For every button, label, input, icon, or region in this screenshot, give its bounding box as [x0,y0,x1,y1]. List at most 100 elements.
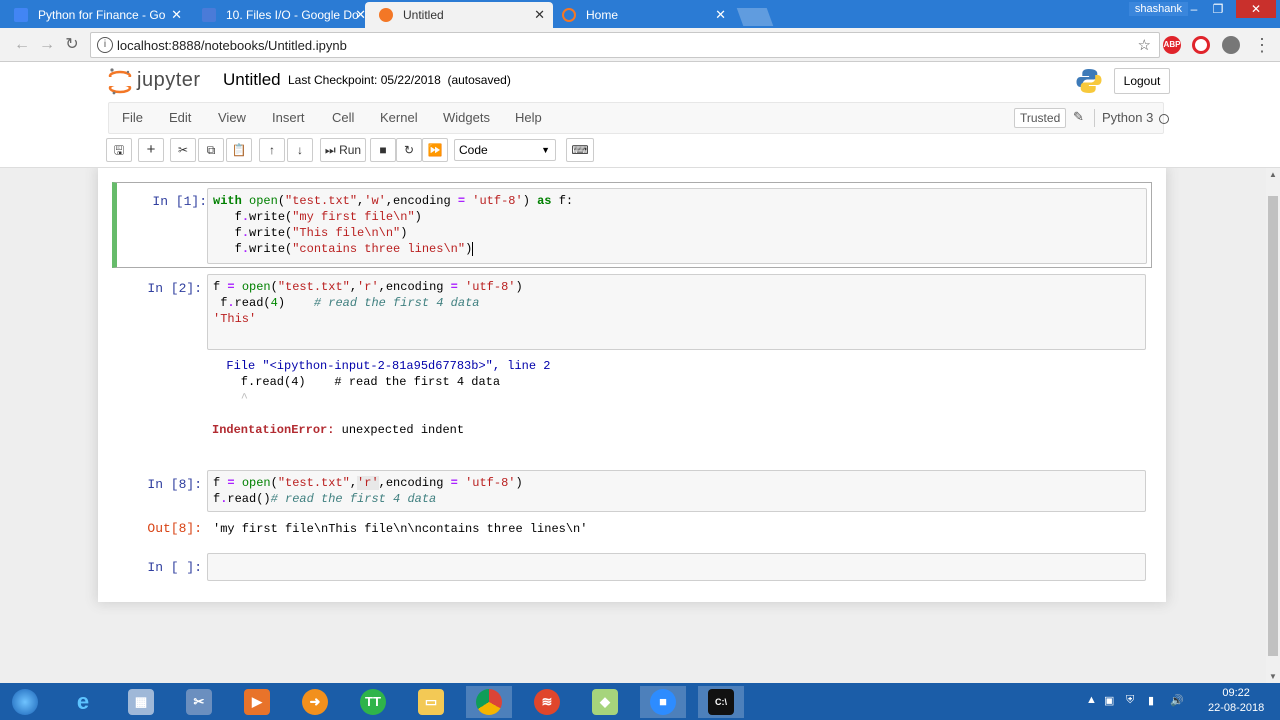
browser-user-name[interactable]: shashank [1128,2,1188,16]
tray-volume-icon[interactable]: 🔊 [1170,694,1184,707]
scroll-up-icon[interactable]: ▲ [1268,170,1278,179]
menu-edit[interactable]: Edit [169,110,191,125]
page-scrollbar[interactable]: ▲ ▼ [1266,168,1280,683]
restart-run-all-button[interactable]: ⏩ [422,138,448,162]
browser-tab-files-io[interactable]: 10. Files I/O - Google Do ✕ [188,2,374,28]
menu-file[interactable]: File [122,110,143,125]
browser-menu-icon[interactable]: ⋮ [1252,35,1272,55]
notebook-page: In [1]: with open("test.txt",'w',encodin… [98,168,1166,602]
menu-insert[interactable]: Insert [272,110,305,125]
taskbar-snipping[interactable]: ✂ [176,686,222,718]
new-tab-button[interactable] [736,8,774,26]
jupyter-wordmark[interactable]: jupyter [137,69,201,92]
browser-tab-home[interactable]: Home ✕ [548,2,734,28]
code-editor[interactable] [207,553,1146,581]
forward-icon[interactable]: → [37,35,57,55]
jupyter-tab-icon [379,8,393,22]
reload-icon[interactable]: ↻ [62,35,82,55]
trusted-indicator[interactable]: Trusted [1014,108,1067,128]
snipping-tool-icon: ✂ [186,689,212,715]
paste-button[interactable]: 📋 [226,138,252,162]
checkpoint-status: Last Checkpoint: 05/22/2018 (autosaved) [288,73,511,87]
media-player-icon: ▶ [244,689,270,715]
move-up-button[interactable]: ↑ [259,138,285,162]
minimize-icon[interactable]: – [1182,0,1206,18]
menu-kernel[interactable]: Kernel [380,110,418,125]
code-cell-2[interactable]: In [2]: f = open("test.txt",'r',encoding… [112,274,1152,437]
jupyter-tab-icon [562,8,576,22]
scroll-down-icon[interactable]: ▼ [1268,672,1278,681]
code-cell-3[interactable]: In [8]: f = open("test.txt",'r',encoding… [112,470,1152,550]
taskbar-clock[interactable]: 09:22 22-08-2018 [1208,686,1264,716]
taskbar-explorer[interactable]: ▭ [408,686,454,718]
menu-widgets[interactable]: Widgets [443,110,490,125]
notebook-title[interactable]: Untitled [223,70,281,90]
tray-chevron-icon[interactable]: ▲ [1086,694,1097,706]
back-icon[interactable]: ← [12,35,32,55]
code-editor[interactable]: f = open("test.txt",'r',encoding = 'utf-… [207,274,1146,350]
jupyter-logo-icon[interactable] [108,66,132,96]
menu-help[interactable]: Help [515,110,542,125]
close-tab-icon[interactable]: ✕ [715,7,726,23]
taskbar-media-player[interactable]: ▶ [234,686,280,718]
code-cell-4[interactable]: In [ ]: [112,552,1152,584]
tray-security-icon[interactable]: ⛨ [1126,694,1134,707]
zoom-icon: ■ [650,689,676,715]
google-docs-icon [202,8,216,22]
input-prompt: In [2]: [147,281,202,296]
taskbar-calculator[interactable]: ▦ [118,686,164,718]
code-cell-1[interactable]: In [1]: with open("test.txt",'w',encodin… [112,182,1152,268]
adblock-icon[interactable]: ABP [1163,36,1181,54]
menu-cell[interactable]: Cell [332,110,354,125]
taskbar-cmd[interactable]: C:\ [698,686,744,718]
taskbar-arrow-app[interactable]: ➜ [292,686,338,718]
notebook-toolbar: 🖫 + ✂ ⧉ 📋 ↑ ↓ ⏭ Run ■ ↻ ⏩ Code ▼ ⌨ [0,134,1280,168]
save-button[interactable]: 🖫 [106,138,132,162]
taskbar-tt-app[interactable]: TT [350,686,396,718]
file-explorer-icon: ▭ [418,689,444,715]
taskbar-app-red[interactable]: ≋ [524,686,570,718]
input-prompt: In [1]: [152,194,207,209]
url-input[interactable]: i localhost:8888/notebooks/Untitled.ipyn… [90,32,1160,58]
copy-button[interactable]: ⧉ [198,138,224,162]
logout-button[interactable]: Logout [1114,68,1170,94]
command-palette-button[interactable]: ⌨ [566,138,594,162]
notebook-area[interactable]: In [1]: with open("test.txt",'w',encodin… [0,168,1266,683]
move-down-button[interactable]: ↓ [287,138,313,162]
code-text[interactable]: with open("test.txt",'w',encoding = 'utf… [213,193,573,257]
maximize-icon[interactable]: ❐ [1206,0,1230,18]
edit-pencil-icon[interactable]: ✎ [1073,109,1084,125]
code-text[interactable]: f = open("test.txt",'r',encoding = 'utf-… [213,279,523,327]
restart-button[interactable]: ↻ [396,138,422,162]
tray-network-icon[interactable]: ▣ [1104,694,1114,707]
cut-button[interactable]: ✂ [170,138,196,162]
tray-wifi-icon[interactable]: ▮ [1148,694,1154,707]
internet-explorer-icon: e [76,689,90,714]
run-button[interactable]: ⏭ Run [320,138,366,162]
code-text[interactable]: f = open("test.txt",'r',encoding = 'utf-… [213,475,523,507]
close-window-icon[interactable]: ✕ [1236,0,1276,18]
cell-type-select[interactable]: Code ▼ [454,139,556,161]
taskbar-folder[interactable]: ◆ [582,686,628,718]
taskbar-ie[interactable]: e [60,686,106,718]
browser-tab-python-finance[interactable]: Python for Finance - Go ✕ [0,2,190,28]
insert-cell-button[interactable]: + [138,138,164,162]
taskbar-chrome[interactable] [466,686,512,718]
error-traceback: File "<ipython-input-2-81a95d67783b>", l… [212,359,551,437]
scrollbar-thumb[interactable] [1268,196,1278,656]
menu-view[interactable]: View [218,110,246,125]
kernel-name[interactable]: Python 3 [1102,110,1153,125]
close-tab-icon[interactable]: ✕ [534,7,545,23]
browser-tab-untitled[interactable]: Untitled ✕ [365,2,553,28]
settings-extension-icon[interactable] [1222,36,1240,54]
close-tab-icon[interactable]: ✕ [171,7,182,23]
site-info-icon[interactable]: i [97,37,113,53]
opera-extension-icon[interactable] [1192,36,1210,54]
start-button[interactable] [2,686,48,718]
interrupt-button[interactable]: ■ [370,138,396,162]
bookmark-star-icon[interactable]: ☆ [1138,36,1151,54]
taskbar-zoom[interactable]: ■ [640,686,686,718]
code-editor[interactable]: with open("test.txt",'w',encoding = 'utf… [207,188,1147,264]
input-prompt: In [ ]: [147,560,202,575]
code-editor[interactable]: f = open("test.txt",'r',encoding = 'utf-… [207,470,1146,512]
